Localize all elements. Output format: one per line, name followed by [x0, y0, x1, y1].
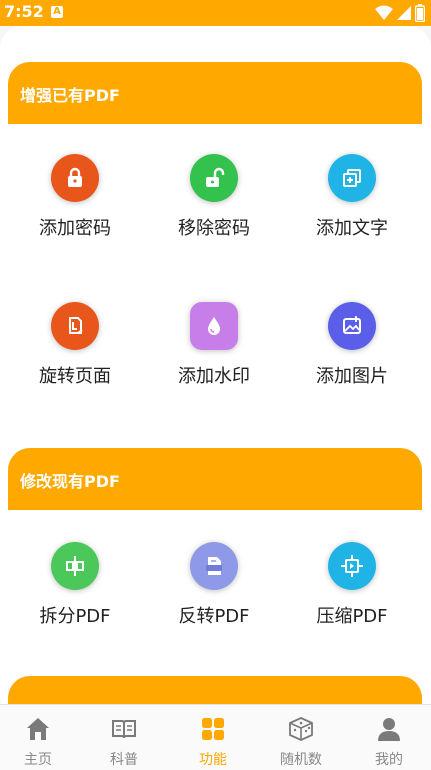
tile-label: 添加密码	[39, 218, 111, 239]
tab-home[interactable]: 主页	[0, 705, 81, 770]
tile-label: 移除密码	[178, 218, 250, 239]
tab-features[interactable]: 功能	[170, 705, 256, 770]
feature-list[interactable]: 增强已有PDF 添加密码 移除密码 添加文字 旋转页面 添加水印 添加图片 修改…	[0, 26, 431, 704]
add-password-button[interactable]: 添加密码	[6, 154, 144, 264]
tab-label: 功能	[199, 752, 227, 768]
add-watermark-button[interactable]: 添加水印	[145, 302, 283, 412]
tile-label: 添加图片	[316, 366, 388, 387]
user-icon	[375, 715, 403, 743]
add-text-icon	[328, 154, 376, 202]
notification-icon: A	[51, 6, 63, 18]
unlock-icon	[190, 154, 238, 202]
dice-icon	[287, 715, 315, 743]
section-header-enhance: 增强已有PDF	[8, 62, 422, 124]
tab-knowledge[interactable]: 科普	[81, 705, 167, 770]
reverse-pdf-icon	[190, 542, 238, 590]
tab-mine[interactable]: 我的	[346, 705, 431, 770]
tile-label: 添加文字	[316, 218, 388, 239]
status-time: 7:52	[4, 2, 44, 21]
rotate-page-icon	[51, 302, 99, 350]
rotate-page-button[interactable]: 旋转页面	[6, 302, 144, 412]
tab-label: 随机数	[280, 752, 322, 768]
tab-label: 科普	[110, 752, 138, 768]
tile-label: 旋转页面	[39, 366, 111, 387]
compress-pdf-button[interactable]: 压缩PDF	[283, 542, 421, 652]
status-icons	[375, 4, 425, 22]
section-title: 增强已有PDF	[20, 86, 120, 105]
split-pdf-button[interactable]: 拆分PDF	[6, 542, 144, 652]
compress-icon	[328, 542, 376, 590]
book-icon	[110, 715, 138, 743]
reverse-pdf-button[interactable]: 反转PDF	[145, 542, 283, 652]
signal-icon	[397, 6, 411, 20]
status-bar: 7:52 A	[0, 0, 431, 26]
tile-label: 添加水印	[178, 366, 250, 387]
section-header-modify: 修改现有PDF	[8, 448, 422, 510]
grid-icon	[199, 715, 227, 743]
add-image-icon	[328, 302, 376, 350]
tile-label: 反转PDF	[178, 606, 250, 627]
battery-icon	[415, 4, 425, 22]
watermark-icon	[190, 302, 238, 350]
tab-label: 主页	[24, 752, 52, 768]
remove-password-button[interactable]: 移除密码	[145, 154, 283, 264]
wifi-icon	[375, 5, 393, 20]
section-header-next	[8, 676, 422, 704]
home-icon	[24, 715, 52, 743]
add-text-button[interactable]: 添加文字	[283, 154, 421, 264]
tab-random[interactable]: 随机数	[258, 705, 344, 770]
tab-label: 我的	[375, 752, 403, 768]
tile-label: 压缩PDF	[316, 606, 388, 627]
add-image-button[interactable]: 添加图片	[283, 302, 421, 412]
section-title: 修改现有PDF	[20, 472, 120, 491]
tile-label: 拆分PDF	[39, 606, 111, 627]
bottom-tab-bar: 主页 科普 功能 随机数 我的	[0, 704, 431, 770]
lock-icon	[51, 154, 99, 202]
split-icon	[51, 542, 99, 590]
